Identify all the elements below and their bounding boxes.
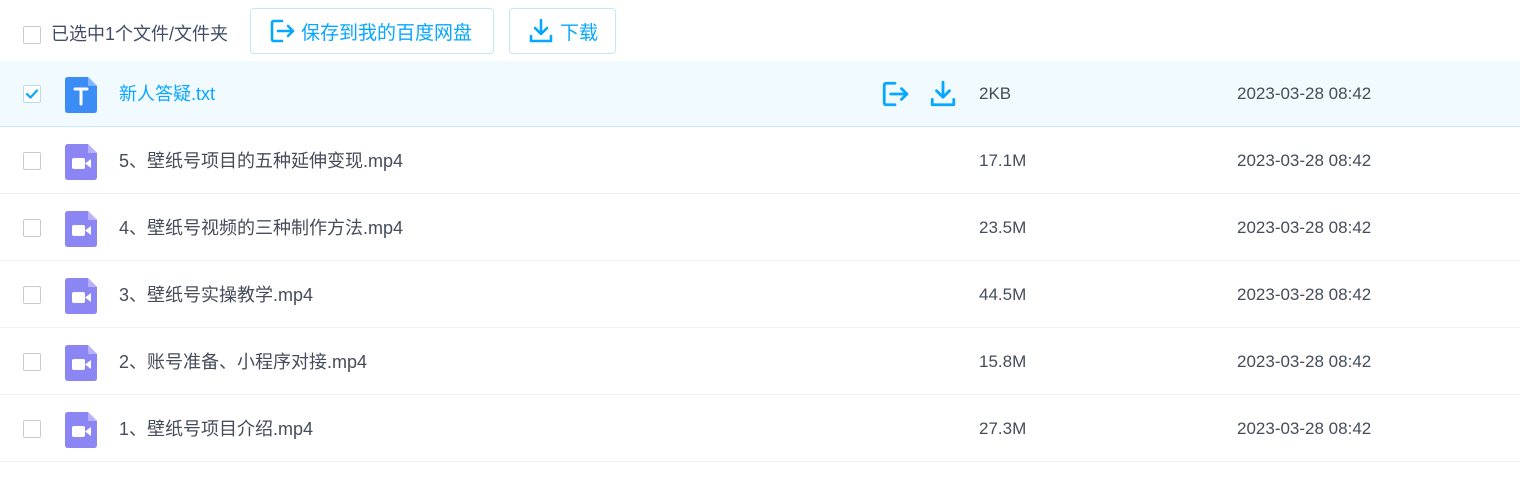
- video-file-icon: [65, 412, 97, 448]
- file-size: 23.5M: [979, 218, 1027, 237]
- video-file-icon: [65, 278, 97, 314]
- video-file-icon: [65, 345, 97, 381]
- file-row[interactable]: 1、壁纸号项目介绍.mp4 27.3M 2023-03-28 08:42: [0, 396, 1520, 462]
- file-checkbox[interactable]: [23, 353, 41, 371]
- file-checkbox[interactable]: [23, 286, 41, 304]
- file-date: 2023-03-28 08:42: [1237, 84, 1372, 103]
- file-checkbox[interactable]: [23, 219, 41, 237]
- file-checkbox[interactable]: [23, 152, 41, 170]
- download-icon: [528, 18, 554, 44]
- file-date: 2023-03-28 08:42: [1237, 419, 1372, 438]
- file-name[interactable]: 1、壁纸号项目介绍.mp4: [119, 418, 313, 440]
- row-save-icon[interactable]: [881, 80, 909, 108]
- file-name[interactable]: 5、壁纸号项目的五种延伸变现.mp4: [119, 150, 403, 172]
- file-name[interactable]: 新人答疑.txt: [119, 83, 215, 105]
- save-to-disk-icon: [269, 18, 295, 44]
- file-row[interactable]: 新人答疑.txt 2KB 2023-03-28 08:42: [0, 61, 1520, 127]
- file-name[interactable]: 4、壁纸号视频的三种制作方法.mp4: [119, 217, 403, 239]
- file-size: 44.5M: [979, 285, 1027, 304]
- file-row[interactable]: 5、壁纸号项目的五种延伸变现.mp4 17.1M 2023-03-28 08:42: [0, 128, 1520, 194]
- file-checkbox[interactable]: [23, 85, 41, 103]
- file-date: 2023-03-28 08:42: [1237, 352, 1372, 371]
- file-size: 17.1M: [979, 151, 1027, 170]
- file-name[interactable]: 3、壁纸号实操教学.mp4: [119, 284, 313, 306]
- selection-count-label: 已选中1个文件/文件夹: [51, 24, 229, 44]
- row-download-icon[interactable]: [929, 80, 957, 108]
- file-date: 2023-03-28 08:42: [1237, 218, 1372, 237]
- file-size: 2KB: [979, 84, 1012, 103]
- video-file-icon: [65, 211, 97, 247]
- file-name[interactable]: 2、账号准备、小程序对接.mp4: [119, 351, 367, 373]
- save-to-netdisk-label: 保存到我的百度网盘: [301, 22, 473, 44]
- file-row[interactable]: 3、壁纸号实操教学.mp4 44.5M 2023-03-28 08:42: [0, 262, 1520, 328]
- file-size: 15.8M: [979, 352, 1027, 371]
- toolbar: 已选中1个文件/文件夹 保存到我的百度网盘 下载: [0, 0, 1520, 62]
- file-date: 2023-03-28 08:42: [1237, 285, 1372, 304]
- download-label: 下载: [560, 22, 599, 44]
- file-row[interactable]: 4、壁纸号视频的三种制作方法.mp4 23.5M 2023-03-28 08:42: [0, 195, 1520, 261]
- file-date: 2023-03-28 08:42: [1237, 151, 1372, 170]
- select-all-checkbox[interactable]: [23, 26, 41, 44]
- download-button[interactable]: 下载: [509, 8, 616, 54]
- file-checkbox[interactable]: [23, 420, 41, 438]
- file-size: 27.3M: [979, 419, 1027, 438]
- save-to-netdisk-button[interactable]: 保存到我的百度网盘: [250, 8, 494, 54]
- file-row[interactable]: 2、账号准备、小程序对接.mp4 15.8M 2023-03-28 08:42: [0, 329, 1520, 395]
- txt-file-icon: [65, 77, 97, 113]
- video-file-icon: [65, 144, 97, 180]
